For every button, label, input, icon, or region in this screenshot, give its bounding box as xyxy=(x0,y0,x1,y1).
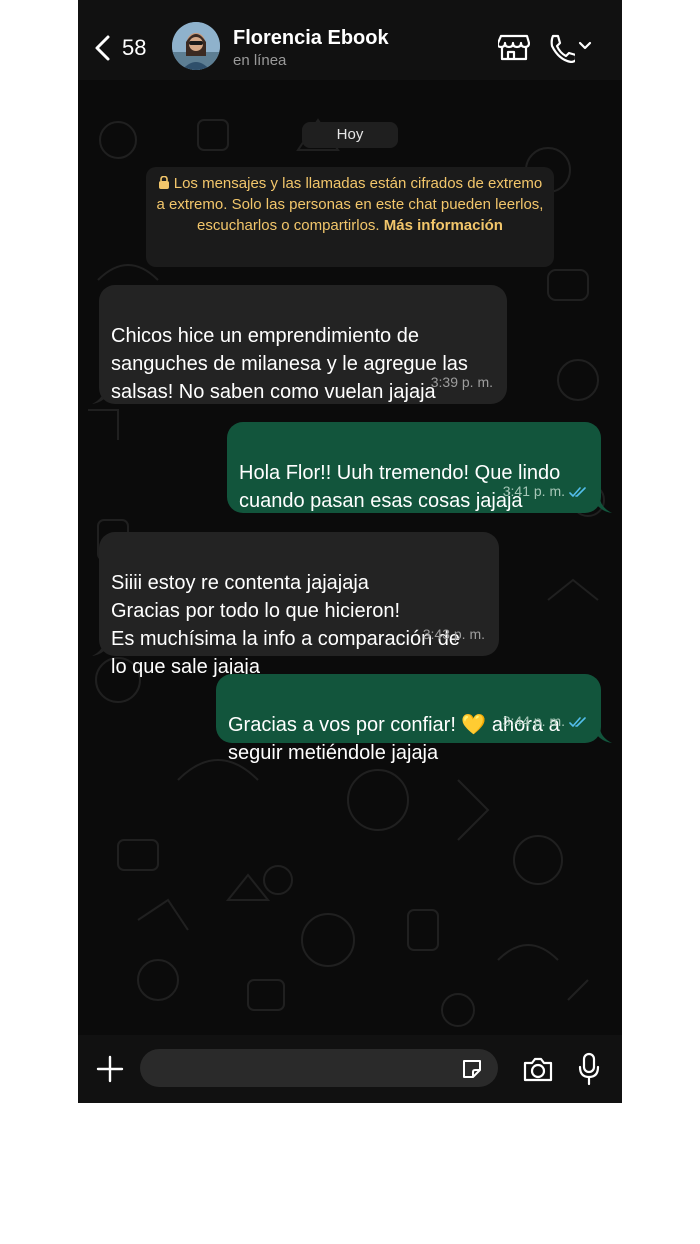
storefront-icon[interactable] xyxy=(498,33,530,61)
message-time: 3:39 p. m. xyxy=(430,374,493,390)
sticker-icon[interactable] xyxy=(460,1057,484,1081)
avatar[interactable] xyxy=(172,22,220,70)
message-time: 3:41 p. m. xyxy=(502,483,565,499)
message-meta: 3:44 p. m. xyxy=(503,707,587,735)
chevron-down-icon[interactable] xyxy=(578,41,592,51)
microphone-icon[interactable] xyxy=(578,1052,600,1086)
contact-status: en línea xyxy=(233,52,287,69)
double-check-icon xyxy=(569,486,586,497)
phone-icon[interactable] xyxy=(547,33,575,63)
unread-count[interactable]: 58 xyxy=(122,35,146,61)
message-text: Chicos hice un emprendimiento de sanguch… xyxy=(111,325,468,403)
more-info-link[interactable]: Más información xyxy=(384,217,503,234)
message-bubble[interactable]: Gracias a vos por confiar! 💛 ahora a seg… xyxy=(216,674,601,764)
message-meta: 3:41 p. m. xyxy=(503,477,587,505)
message-time: 3:44 p. m. xyxy=(502,713,565,729)
composer-bar xyxy=(78,1035,622,1103)
message-bubble[interactable]: Chicos hice un emprendimiento de sanguch… xyxy=(99,285,507,404)
date-separator: Hoy xyxy=(302,122,398,148)
message-input[interactable] xyxy=(140,1049,498,1087)
chat-screen: 58 Florencia Ebook en línea Hoy Los mens… xyxy=(78,0,622,1103)
message-time: 3:43 p. m. xyxy=(422,626,485,642)
chevron-left-icon[interactable] xyxy=(92,33,114,63)
camera-icon[interactable] xyxy=(522,1055,554,1083)
contact-name[interactable]: Florencia Ebook xyxy=(233,27,389,50)
lock-icon xyxy=(158,175,169,189)
message-bubble[interactable]: Hola Flor!! Uuh tremendo! Que lindo cuan… xyxy=(227,422,601,513)
plus-icon[interactable] xyxy=(96,1055,124,1083)
double-check-icon xyxy=(569,716,586,727)
message-bubble[interactable]: Siiii estoy re contenta jajajaja Gracias… xyxy=(99,532,499,678)
encryption-notice[interactable]: Los mensajes y las llamadas están cifrad… xyxy=(146,167,554,267)
chat-header: 58 Florencia Ebook en línea xyxy=(78,0,622,80)
